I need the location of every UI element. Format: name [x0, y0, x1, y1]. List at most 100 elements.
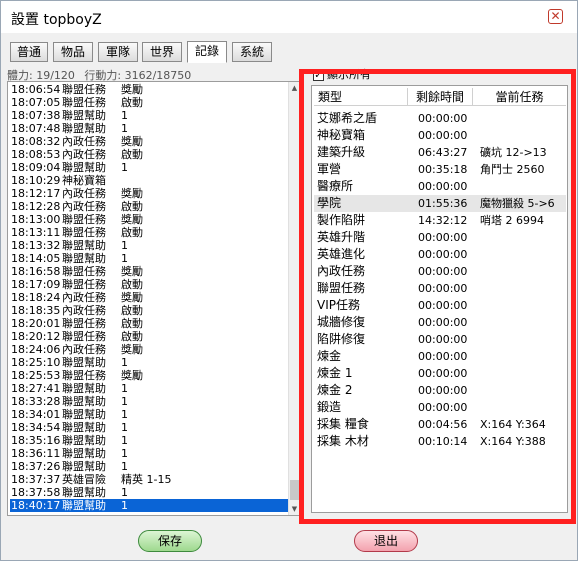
- log-time: 18:14:05: [11, 252, 61, 265]
- cell-remaining-time: 00:00:00: [418, 282, 468, 295]
- log-event: 內政任務: [62, 135, 106, 148]
- log-detail: 1: [121, 499, 128, 512]
- log-row[interactable]: 18:10:29 神秘寶箱: [10, 174, 289, 187]
- log-detail: 1: [121, 252, 128, 265]
- table-row[interactable]: 神秘寶箱 00:00:00: [314, 127, 566, 144]
- table-row[interactable]: 採集 木材 00:10:14 X:164 Y:388: [314, 433, 566, 450]
- table-row[interactable]: 城牆修復 00:00:00: [314, 314, 566, 331]
- table-row[interactable]: 學院 01:55:36 魔物獵殺 5->6: [314, 195, 566, 212]
- table-row[interactable]: 製作陷阱 14:32:12 哨塔 2 6994: [314, 212, 566, 229]
- log-detail: 獎勵: [121, 187, 143, 200]
- cell-remaining-time: 00:00:00: [418, 129, 468, 142]
- cell-remaining-time: 00:00:00: [418, 265, 468, 278]
- log-row[interactable]: 18:07:48 聯盟幫助 1: [10, 122, 289, 135]
- log-row[interactable]: 18:13:32 聯盟幫助 1: [10, 239, 289, 252]
- show-all-label: 顯示所有: [327, 68, 371, 81]
- tab-records[interactable]: 記錄: [187, 41, 227, 63]
- log-row[interactable]: 18:20:01 聯盟任務 啟動: [10, 317, 289, 330]
- table-row[interactable]: 煉金 00:00:00: [314, 348, 566, 365]
- log-detail: 啟動: [121, 96, 143, 109]
- log-detail: 1: [121, 109, 128, 122]
- scroll-down-icon[interactable]: ▼: [290, 504, 299, 514]
- log-row[interactable]: 18:25:53 聯盟任務 獎勵: [10, 369, 289, 382]
- log-row[interactable]: 18:13:00 聯盟任務 獎勵: [10, 213, 289, 226]
- show-all-toggle[interactable]: ✓ 顯示所有: [313, 69, 371, 81]
- log-time: 18:18:35: [11, 304, 61, 317]
- log-row[interactable]: 18:25:10 聯盟幫助 1: [10, 356, 289, 369]
- event-log-list[interactable]: 18:40:17 聯盟幫助 1 18:37:58 聯盟幫助 1 18:37:37 英雄冒險 精英…: [7, 81, 300, 516]
- table-row[interactable]: 英雄進化 00:00:00: [314, 246, 566, 263]
- cell-type: 聯盟任務: [317, 281, 366, 295]
- log-row[interactable]: 18:09:04 聯盟幫助 1: [10, 161, 289, 174]
- table-row[interactable]: 陷阱修復 00:00:00: [314, 331, 566, 348]
- log-row[interactable]: 18:27:41 聯盟幫助 1: [10, 382, 289, 395]
- table-row[interactable]: 建築升級 06:43:27 礦坑 12->13: [314, 144, 566, 161]
- tab-world[interactable]: 世界: [142, 42, 182, 62]
- log-row[interactable]: 18:16:58 聯盟任務 獎勵: [10, 265, 289, 278]
- cell-type: 內政任務: [317, 264, 366, 278]
- tab-army[interactable]: 軍隊: [98, 42, 138, 62]
- exit-button[interactable]: 退出: [354, 530, 418, 552]
- log-row[interactable]: 18:40:17 聯盟幫助 1: [10, 499, 289, 512]
- column-header-type[interactable]: 類型: [314, 88, 408, 106]
- log-row[interactable]: 18:07:05 聯盟任務 啟動: [10, 96, 289, 109]
- table-row[interactable]: 內政任務 00:00:00: [314, 263, 566, 280]
- log-row[interactable]: 18:17:09 聯盟任務 啟動: [10, 278, 289, 291]
- log-time: 18:37:26: [11, 460, 61, 473]
- log-row[interactable]: 18:14:05 聯盟幫助 1: [10, 252, 289, 265]
- table-row[interactable]: 鍛造 00:00:00: [314, 399, 566, 416]
- log-row[interactable]: 18:34:01 聯盟幫助 1: [10, 408, 289, 421]
- log-row[interactable]: 18:35:16 聯盟幫助 1: [10, 434, 289, 447]
- log-row[interactable]: 18:34:54 聯盟幫助 1: [10, 421, 289, 434]
- column-header-current-task[interactable]: 當前任務: [473, 88, 566, 106]
- log-row[interactable]: 18:18:35 內政任務 啟動: [10, 304, 289, 317]
- log-detail: 獎勵: [121, 291, 143, 304]
- scroll-up-icon[interactable]: ▲: [290, 83, 299, 93]
- cell-remaining-time: 00:00:00: [418, 112, 468, 125]
- log-row[interactable]: 18:20:12 聯盟任務 啟動: [10, 330, 289, 343]
- table-row[interactable]: 聯盟任務 00:00:00: [314, 280, 566, 297]
- table-row[interactable]: 醫療所 00:00:00: [314, 178, 566, 195]
- log-detail: 獎勵: [121, 135, 143, 148]
- log-row[interactable]: 18:06:54 聯盟任務 獎勵: [10, 83, 289, 96]
- column-header-remaining-time[interactable]: 剩餘時間: [408, 88, 473, 106]
- close-icon[interactable]: ✕: [548, 9, 563, 24]
- scroll-thumb[interactable]: [290, 480, 299, 500]
- log-row[interactable]: 18:12:17 內政任務 獎勵: [10, 187, 289, 200]
- log-row[interactable]: 18:24:06 內政任務 獎勵: [10, 343, 289, 356]
- log-row[interactable]: 18:13:11 聯盟任務 啟動: [10, 226, 289, 239]
- log-row[interactable]: 18:33:28 聯盟幫助 1: [10, 395, 289, 408]
- log-row[interactable]: 18:37:26 聯盟幫助 1: [10, 460, 289, 473]
- tab-general[interactable]: 普通: [10, 42, 48, 62]
- cell-current-task: 魔物獵殺 5->6: [480, 197, 555, 210]
- log-detail: 1: [121, 408, 128, 421]
- table-row[interactable]: VIP任務 00:00:00: [314, 297, 566, 314]
- log-event: 聯盟幫助: [62, 486, 106, 499]
- log-row[interactable]: 18:08:53 內政任務 啟動: [10, 148, 289, 161]
- window-title: 設置 topboyZ: [11, 12, 102, 28]
- log-time: 18:12:17: [11, 187, 61, 200]
- log-time: 18:13:32: [11, 239, 61, 252]
- log-row[interactable]: 18:12:28 內政任務 啟動: [10, 200, 289, 213]
- tab-items[interactable]: 物品: [53, 42, 93, 62]
- table-row[interactable]: 煉金 1 00:00:00: [314, 365, 566, 382]
- log-row[interactable]: 18:37:37 英雄冒險 精英 1-15: [10, 473, 289, 486]
- log-row[interactable]: 18:07:38 聯盟幫助 1: [10, 109, 289, 122]
- tab-system[interactable]: 系統: [232, 42, 272, 62]
- table-row[interactable]: 採集 糧食 00:04:56 X:164 Y:364: [314, 416, 566, 433]
- log-row[interactable]: 18:37:58 聯盟幫助 1: [10, 486, 289, 499]
- save-button[interactable]: 保存: [138, 530, 202, 552]
- log-detail: 1: [121, 122, 128, 135]
- table-row[interactable]: 艾娜希之盾 00:00:00: [314, 110, 566, 127]
- table-row[interactable]: 軍營 00:35:18 角鬥士 2560: [314, 161, 566, 178]
- log-time: 18:07:05: [11, 96, 61, 109]
- show-all-checkbox[interactable]: ✓: [313, 69, 324, 81]
- log-row[interactable]: 18:08:32 內政任務 獎勵: [10, 135, 289, 148]
- log-detail: 獎勵: [121, 265, 143, 278]
- log-event: 內政任務: [62, 148, 106, 161]
- table-row[interactable]: 英雄升階 00:00:00: [314, 229, 566, 246]
- log-row[interactable]: 18:18:24 內政任務 獎勵: [10, 291, 289, 304]
- log-scrollbar[interactable]: ▲ ▼: [288, 82, 299, 515]
- log-row[interactable]: 18:36:11 聯盟幫助 1: [10, 447, 289, 460]
- table-row[interactable]: 煉金 2 00:00:00: [314, 382, 566, 399]
